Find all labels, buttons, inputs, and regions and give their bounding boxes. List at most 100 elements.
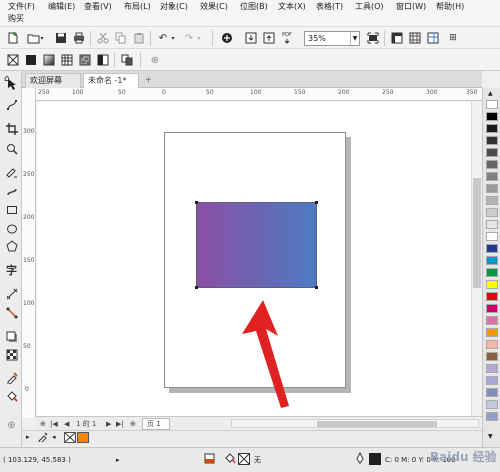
import-icon[interactable] <box>244 31 258 45</box>
first-page-button[interactable]: |◀ <box>50 419 58 429</box>
interactive-fill-tool-icon[interactable] <box>4 388 19 403</box>
vertical-ruler[interactable]: 300 250 200 150 100 50 0 <box>22 88 36 418</box>
menu-buy[interactable]: 购买 <box>8 13 24 24</box>
paste-icon[interactable] <box>132 31 146 45</box>
undo-dropdown-icon[interactable]: ▾ <box>169 31 177 45</box>
new-document-icon[interactable] <box>6 31 20 45</box>
palette-swatch[interactable] <box>486 172 498 181</box>
tab-welcome-screen[interactable]: 欢迎屏幕 <box>25 73 81 88</box>
menu-table[interactable]: 表格(T) <box>316 1 343 12</box>
palette-swatch[interactable] <box>486 328 498 337</box>
palette-swatch[interactable] <box>486 400 498 409</box>
no-color-swatch[interactable] <box>64 432 76 443</box>
pattern-fill-icon[interactable] <box>60 53 74 67</box>
menu-bitmaps[interactable]: 位图(B) <box>240 1 268 12</box>
eyedropper-tool-icon[interactable] <box>4 370 19 385</box>
palette-options-icon[interactable]: ◂ <box>52 433 56 441</box>
rectangle-tool-icon[interactable] <box>4 202 19 217</box>
first-page-icon[interactable]: ⊕ <box>40 419 46 429</box>
palette-swatch[interactable] <box>486 148 498 157</box>
menu-layout[interactable]: 布局(L) <box>124 1 151 12</box>
tab-page-1[interactable]: 页 1 <box>142 418 170 430</box>
postscript-fill-icon[interactable] <box>96 53 110 67</box>
vertical-scroll-thumb[interactable] <box>473 178 481 288</box>
palette-arrow-icon[interactable]: ▸ <box>26 433 30 441</box>
shape-tool-icon[interactable] <box>4 97 19 112</box>
palette-swatch[interactable] <box>486 232 498 241</box>
undo-icon[interactable]: ↶ <box>156 31 170 45</box>
full-screen-icon[interactable] <box>366 31 380 45</box>
last-page-button[interactable]: ▶| <box>116 419 124 429</box>
fountain-fill-icon[interactable] <box>42 53 56 67</box>
add-tab-button[interactable]: + <box>141 73 155 88</box>
horizontal-scrollbar[interactable] <box>231 419 479 428</box>
parallel-dimension-tool-icon[interactable] <box>4 286 19 301</box>
show-grid-icon[interactable] <box>408 31 422 45</box>
outline-pen-icon[interactable] <box>355 451 365 467</box>
next-page-button[interactable]: ▶ <box>106 419 111 429</box>
tab-untitled-document[interactable]: 未命名 -1* <box>83 73 139 88</box>
palette-swatch[interactable] <box>486 196 498 205</box>
save-icon[interactable] <box>54 31 68 45</box>
home-icon[interactable]: ⌂ <box>4 74 10 84</box>
palette-scroll-up-icon[interactable]: ▲ <box>488 90 493 97</box>
crop-tool-icon[interactable] <box>4 121 19 136</box>
gradient-rectangle[interactable] <box>195 201 318 289</box>
search-content-icon[interactable] <box>220 31 234 45</box>
palette-swatch[interactable] <box>486 364 498 373</box>
ellipse-tool-icon[interactable] <box>4 221 19 236</box>
palette-swatch[interactable] <box>486 340 498 349</box>
selection-handle[interactable] <box>315 286 318 289</box>
palette-swatch[interactable] <box>486 292 498 301</box>
uniform-fill-icon[interactable] <box>24 53 38 67</box>
redo-icon[interactable]: ↷ <box>182 31 196 45</box>
open-dropdown-icon[interactable]: ▾ <box>38 31 46 45</box>
menu-text[interactable]: 文本(X) <box>278 1 306 12</box>
add-page-icon[interactable]: ⊕ <box>130 419 136 429</box>
fill-bucket-icon[interactable] <box>224 453 236 467</box>
menu-tools[interactable]: 工具(O) <box>355 1 384 12</box>
export-icon[interactable] <box>262 31 276 45</box>
palette-swatch[interactable] <box>486 112 498 121</box>
menu-edit[interactable]: 编辑(E) <box>48 1 75 12</box>
palette-swatch[interactable] <box>486 208 498 217</box>
palette-swatch[interactable] <box>486 268 498 277</box>
object-info-icon[interactable] <box>204 453 215 467</box>
menu-file[interactable]: 文件(F) <box>8 1 35 12</box>
drop-shadow-tool-icon[interactable] <box>4 329 19 344</box>
fill-none-swatch[interactable] <box>238 453 250 465</box>
show-guidelines-icon[interactable] <box>426 31 440 45</box>
palette-swatch[interactable] <box>486 388 498 397</box>
eyedropper-icon[interactable] <box>38 432 48 445</box>
palette-swatch[interactable] <box>486 412 498 421</box>
palette-swatch[interactable] <box>486 124 498 133</box>
palette-swatch[interactable] <box>486 280 498 289</box>
selection-handle[interactable] <box>195 286 198 289</box>
menu-view[interactable]: 查看(V) <box>84 1 112 12</box>
palette-swatch[interactable] <box>486 100 498 109</box>
copy-fill-icon[interactable] <box>120 53 134 67</box>
show-rulers-icon[interactable] <box>390 31 404 45</box>
horizontal-ruler[interactable]: 250 100 50 0 50 100 150 200 250 300 350 <box>36 88 482 101</box>
print-icon[interactable] <box>72 31 86 45</box>
menu-window[interactable]: 窗口(W) <box>396 1 426 12</box>
publish-pdf-icon[interactable]: PDF <box>280 31 294 45</box>
polygon-tool-icon[interactable] <box>4 238 19 253</box>
redo-dropdown-icon[interactable]: ▾ <box>195 31 203 45</box>
palette-swatch[interactable] <box>486 376 498 385</box>
palette-swatch[interactable] <box>486 136 498 145</box>
previous-page-button[interactable]: ◀ <box>64 419 69 429</box>
selection-handle[interactable] <box>315 201 318 204</box>
text-tool-icon[interactable]: 字 <box>4 262 19 277</box>
connector-tool-icon[interactable] <box>4 305 19 320</box>
palette-swatch[interactable] <box>486 316 498 325</box>
palette-swatch[interactable] <box>486 256 498 265</box>
transparency-tool-icon[interactable] <box>4 347 19 362</box>
menu-effects[interactable]: 效果(C) <box>200 1 228 12</box>
palette-swatch[interactable] <box>486 220 498 229</box>
chevron-down-icon[interactable]: ▼ <box>350 32 359 45</box>
palette-scroll-down-icon[interactable]: ▼ <box>488 433 493 440</box>
zoom-level-select[interactable]: 35% ▼ <box>304 31 360 46</box>
add-icon[interactable]: ⊕ <box>148 53 162 67</box>
snap-to-icon[interactable]: ⊞ <box>446 31 460 45</box>
